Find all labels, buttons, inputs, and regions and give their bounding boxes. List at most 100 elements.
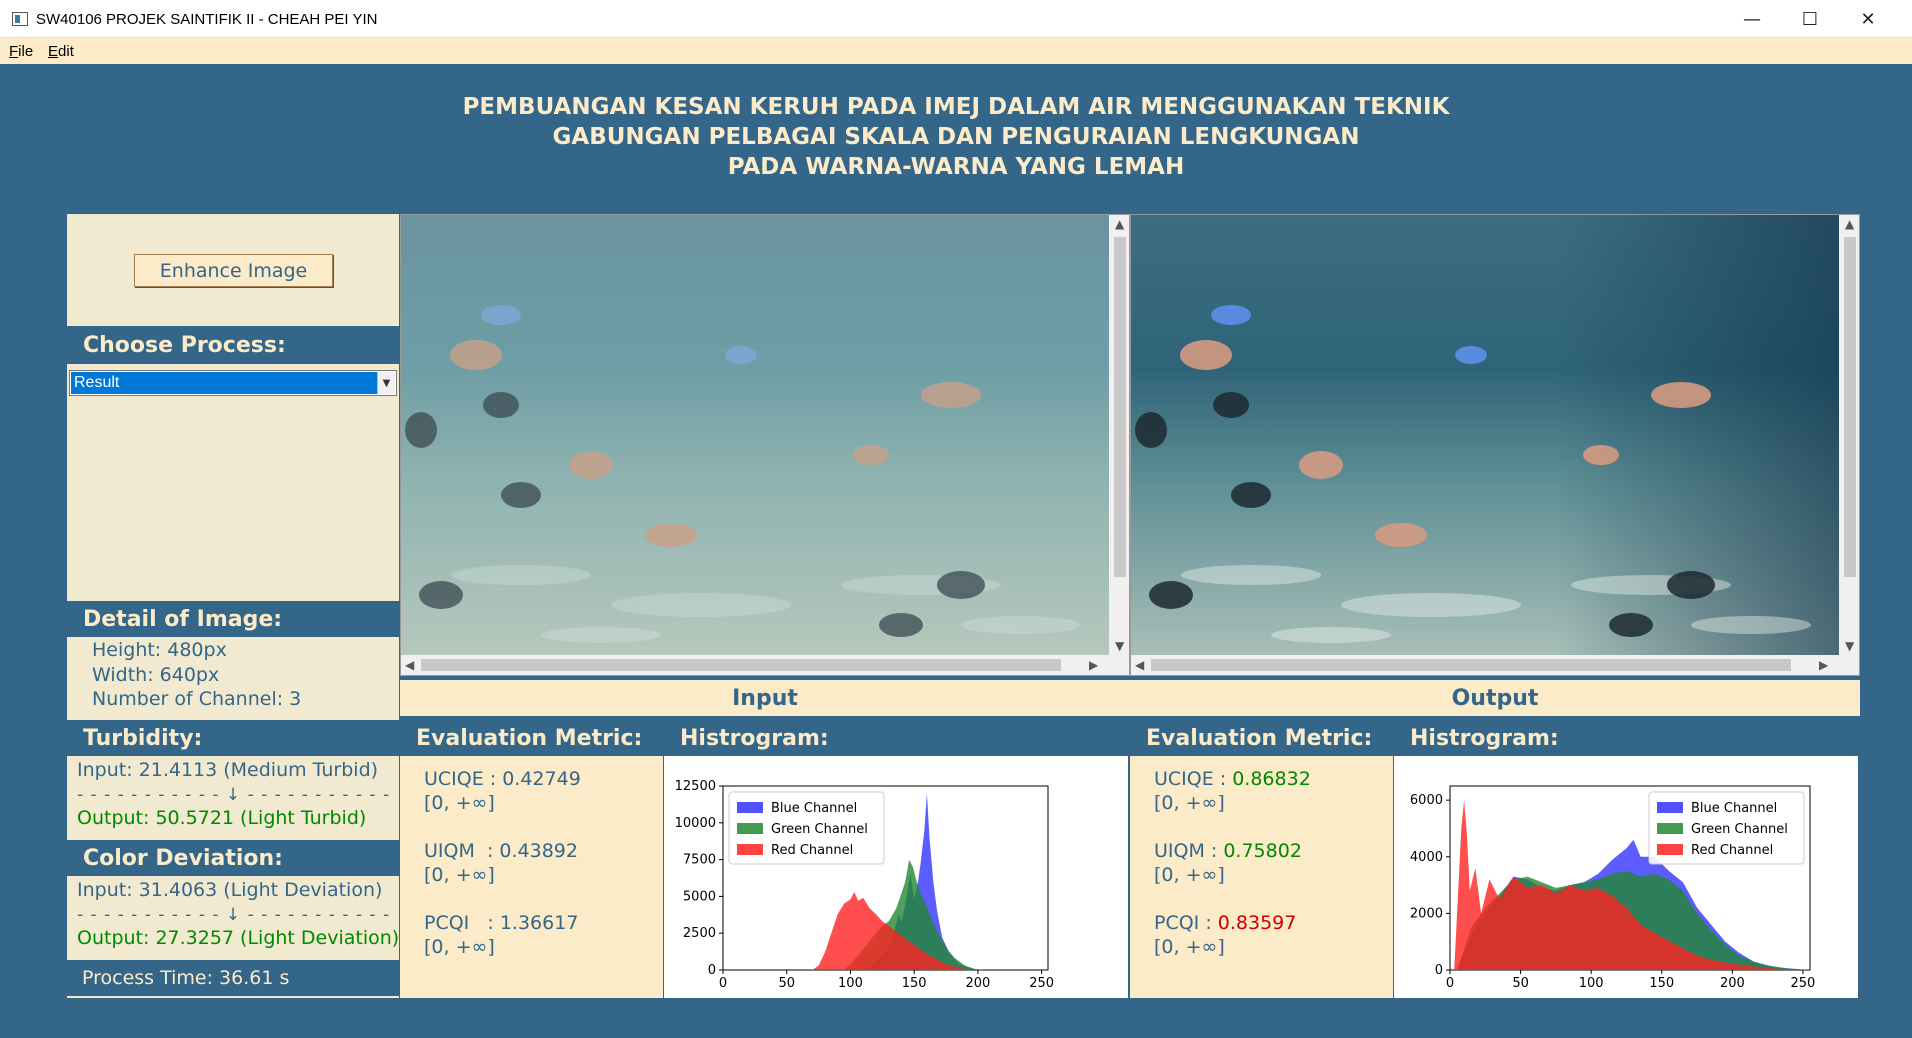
y-tick-label: 12500 xyxy=(675,779,716,794)
legend-swatch xyxy=(737,802,763,813)
input-histogram-header: Histrogram: xyxy=(664,720,1128,756)
detail-of-image-header: Detail of Image: xyxy=(67,601,399,637)
scroll-left-icon[interactable]: ◀ xyxy=(405,658,414,672)
output-vertical-scrollbar[interactable]: ▲ ▼ xyxy=(1841,215,1859,657)
scroll-down-icon[interactable]: ▼ xyxy=(1115,639,1124,653)
y-tick-label: 5000 xyxy=(683,889,716,904)
legend-label: Red Channel xyxy=(771,843,853,858)
scroll-right-icon[interactable]: ▶ xyxy=(1089,658,1098,672)
input-vertical-scroll-thumb[interactable] xyxy=(1114,237,1126,577)
choose-process-header: Choose Process: xyxy=(67,326,399,364)
color-deviation-output: Output: 27.3257 (Light Deviation) xyxy=(77,927,400,949)
output-pcqi: PCQI : 0.83597 xyxy=(1154,912,1297,934)
heading-line-2: GABUNGAN PELBAGAI SKALA DAN PENGURAIAN L… xyxy=(552,124,1360,150)
x-tick-label: 100 xyxy=(838,976,863,991)
x-tick-label: 50 xyxy=(778,976,795,991)
minimize-button[interactable]: — xyxy=(1723,0,1781,38)
output-horizontal-scrollbar[interactable]: ◀ ▶ xyxy=(1131,655,1859,675)
scroll-down-icon[interactable]: ▼ xyxy=(1845,639,1854,653)
heading-line-3: PADA WARNA-WARNA YANG LEMAH xyxy=(727,154,1185,180)
input-image-viewer[interactable]: ▲ ▼ ◀ ▶ xyxy=(400,214,1130,676)
x-tick-label: 250 xyxy=(1029,976,1054,991)
input-underwater-image xyxy=(401,215,1109,657)
output-uiqm: UIQM : 0.75802 xyxy=(1154,840,1302,862)
legend-label: Green Channel xyxy=(771,822,868,837)
input-uciqe: UCIQE : 0.42749 xyxy=(424,768,581,790)
x-tick-label: 250 xyxy=(1791,976,1816,991)
output-metric-header: Evaluation Metric: xyxy=(1130,720,1393,756)
output-vertical-scroll-thumb[interactable] xyxy=(1844,237,1856,577)
y-tick-label: 7500 xyxy=(683,853,716,868)
detail-height: Height: 480px xyxy=(92,639,227,661)
scroll-up-icon[interactable]: ▲ xyxy=(1115,217,1124,231)
legend-swatch xyxy=(1657,802,1683,813)
output-pcqi-range: [0, +∞] xyxy=(1154,936,1225,958)
input-uiqm-range: [0, +∞] xyxy=(424,864,495,886)
menu-bar: File Edit xyxy=(0,38,1912,64)
close-button[interactable]: ✕ xyxy=(1839,0,1897,38)
x-tick-label: 150 xyxy=(1649,976,1674,991)
maximize-button[interactable]: ☐ xyxy=(1781,0,1839,38)
color-deviation-divider: - - - - - - - - - - - ↓ - - - - - - - - … xyxy=(77,905,391,925)
input-histogram-panel: Histrogram: 0 50 100 150 200 250 0 2500 5000 7500… xyxy=(664,720,1128,998)
x-tick-label: 0 xyxy=(719,976,727,991)
input-pcqi: PCQI : 1.36617 xyxy=(424,912,579,934)
window-titlebar: SW40106 PROJEK SAINTIFIK II - CHEAH PEI … xyxy=(0,0,1912,38)
menu-edit[interactable]: Edit xyxy=(48,43,74,60)
output-histogram-header: Histrogram: xyxy=(1394,720,1858,756)
process-time: Process Time: 36.61 s xyxy=(67,960,399,996)
legend-swatch xyxy=(1657,823,1683,834)
input-label: Input xyxy=(400,680,1130,716)
app-icon xyxy=(12,12,28,26)
scroll-right-icon[interactable]: ▶ xyxy=(1819,658,1828,672)
chevron-down-icon[interactable]: ▼ xyxy=(377,372,395,394)
heading-line-1: PEMBUANGAN KESAN KERUH PADA IMEJ DALAM A… xyxy=(462,94,1450,120)
output-uciqe: UCIQE : 0.86832 xyxy=(1154,768,1311,790)
input-metric-header: Evaluation Metric: xyxy=(400,720,663,756)
x-tick-label: 200 xyxy=(1720,976,1745,991)
legend-label: Green Channel xyxy=(1691,822,1788,837)
process-select[interactable]: Result ▼ xyxy=(69,370,397,396)
process-select-value: Result xyxy=(71,372,377,394)
output-underwater-image xyxy=(1131,215,1839,657)
input-pcqi-range: [0, +∞] xyxy=(424,936,495,958)
y-tick-label: 6000 xyxy=(1410,793,1443,808)
scroll-up-icon[interactable]: ▲ xyxy=(1845,217,1854,231)
output-image-viewer[interactable]: ▲ ▼ ◀ ▶ xyxy=(1130,214,1860,676)
output-label: Output xyxy=(1130,680,1860,716)
input-histogram-chart: 0 50 100 150 200 25002500500075001000012500Bl… xyxy=(675,779,1054,991)
y-tick-label: 2500 xyxy=(683,926,716,941)
output-uiqm-range: [0, +∞] xyxy=(1154,864,1225,886)
scroll-left-icon[interactable]: ◀ xyxy=(1135,658,1144,672)
x-tick-label: 50 xyxy=(1512,976,1529,991)
y-tick-label: 0 xyxy=(1435,963,1443,978)
x-tick-label: 100 xyxy=(1579,976,1604,991)
turbidity-header: Turbidity: xyxy=(67,720,399,756)
detail-channels: Number of Channel: 3 xyxy=(92,688,302,710)
legend-swatch xyxy=(737,823,763,834)
color-deviation-header: Color Deviation: xyxy=(67,840,399,876)
y-tick-label: 2000 xyxy=(1410,906,1443,921)
turbidity-input: Input: 21.4113 (Medium Turbid) xyxy=(77,759,379,781)
output-evaluation-metric: Evaluation Metric: UCIQE : 0.86832 [0, +… xyxy=(1130,720,1393,998)
input-horizontal-scrollbar[interactable]: ◀ ▶ xyxy=(401,655,1129,675)
y-tick-label: 10000 xyxy=(675,816,716,831)
turbidity-divider: - - - - - - - - - - - ↓ - - - - - - - - … xyxy=(77,785,391,805)
y-tick-label: 4000 xyxy=(1410,850,1443,865)
legend-label: Blue Channel xyxy=(771,801,857,816)
turbidity-output: Output: 50.5721 (Light Turbid) xyxy=(77,807,367,829)
legend-label: Red Channel xyxy=(1691,843,1773,858)
input-vertical-scrollbar[interactable]: ▲ ▼ xyxy=(1111,215,1129,657)
input-horizontal-scroll-thumb[interactable] xyxy=(421,659,1061,671)
page-heading: PEMBUANGAN KESAN KERUH PADA IMEJ DALAM A… xyxy=(0,92,1912,182)
output-uciqe-range: [0, +∞] xyxy=(1154,792,1225,814)
color-deviation-input: Input: 31.4063 (Light Deviation) xyxy=(77,879,383,901)
legend-label: Blue Channel xyxy=(1691,801,1777,816)
enhance-image-button[interactable]: Enhance Image xyxy=(134,254,333,287)
x-tick-label: 200 xyxy=(965,976,990,991)
input-evaluation-metric: Evaluation Metric: UCIQE : 0.42749 [0, +… xyxy=(400,720,663,998)
output-horizontal-scroll-thumb[interactable] xyxy=(1151,659,1791,671)
menu-file[interactable]: File xyxy=(9,43,33,60)
input-uiqm: UIQM : 0.43892 xyxy=(424,840,578,862)
output-histogram-panel: Histrogram: 0 50 100 150 200 250 0 2000 4000 6000… xyxy=(1394,720,1858,998)
